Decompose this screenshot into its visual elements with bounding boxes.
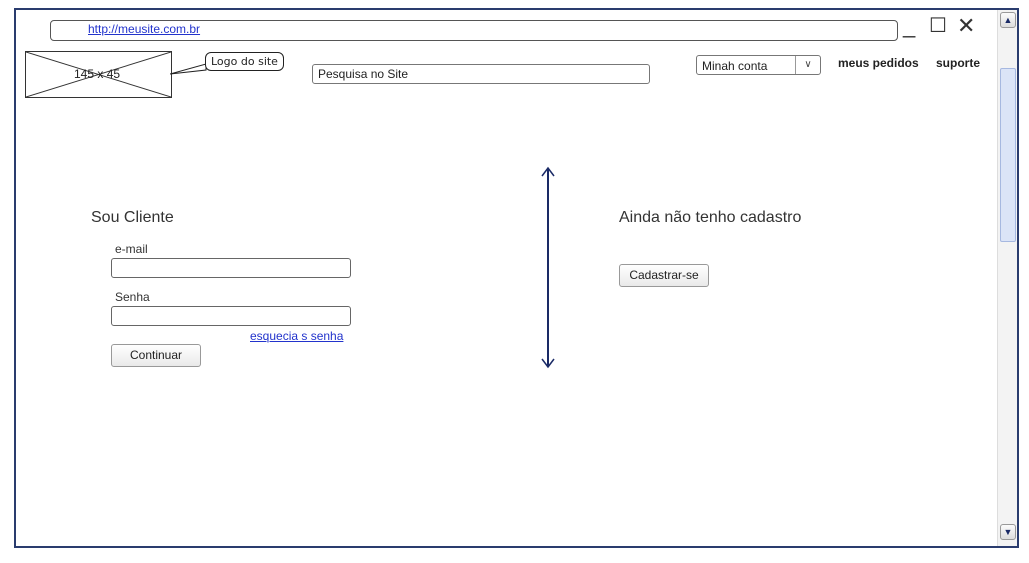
scrollbar-thumb[interactable] [1000, 68, 1016, 242]
account-select[interactable]: Minah conta ∨ [696, 55, 821, 75]
continue-button[interactable]: Continuar [111, 344, 201, 367]
login-title: Sou Cliente [91, 209, 174, 226]
register-title: Ainda não tenho cadastro [619, 209, 802, 226]
register-button[interactable]: Cadastrar-se [619, 264, 709, 287]
password-label: Senha [115, 290, 150, 304]
logo-callout: Logo do site [205, 52, 284, 71]
password-field[interactable] [111, 306, 351, 326]
double-arrow-divider [541, 166, 555, 369]
logo-size-label: 145 x 45 [74, 67, 121, 81]
account-select-value: Minah conta [702, 59, 768, 73]
minimize-icon[interactable]: _ [903, 14, 915, 38]
vertical-scrollbar[interactable]: ▲ ▼ [997, 10, 1017, 546]
scroll-up-icon[interactable]: ▲ [1000, 12, 1016, 28]
support-link[interactable]: suporte [936, 56, 980, 70]
logo-placeholder: 145 x 45 [25, 51, 172, 98]
address-bar[interactable]: http://meusite.com.br [50, 20, 898, 41]
scroll-down-icon[interactable]: ▼ [1000, 524, 1016, 540]
email-label: e-mail [115, 242, 148, 256]
site-search-input[interactable] [312, 64, 650, 84]
url-link[interactable]: http://meusite.com.br [88, 22, 200, 36]
close-icon[interactable]: ✕ [957, 14, 975, 38]
callout-pointer [170, 63, 207, 75]
email-field[interactable] [111, 258, 351, 278]
maximize-icon[interactable]: ☐ [929, 14, 947, 38]
forgot-password-link[interactable]: esquecia s senha [250, 329, 343, 343]
my-orders-link[interactable]: meus pedidos [838, 56, 919, 70]
chevron-down-icon[interactable]: ∨ [795, 56, 820, 74]
